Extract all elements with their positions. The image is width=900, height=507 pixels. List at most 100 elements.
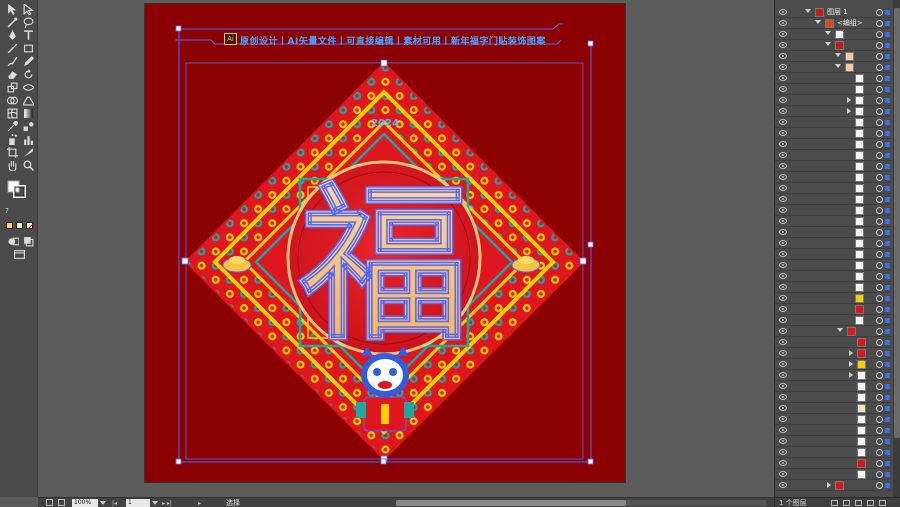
visibility-eye-icon[interactable] bbox=[779, 427, 787, 433]
layer-row[interactable] bbox=[775, 414, 891, 425]
target-circle-icon[interactable] bbox=[876, 394, 883, 401]
target-circle-icon[interactable] bbox=[876, 372, 883, 379]
visibility-eye-icon[interactable] bbox=[779, 152, 787, 158]
target-circle-icon[interactable] bbox=[876, 460, 883, 467]
target-circle-icon[interactable] bbox=[876, 9, 883, 16]
target-circle-icon[interactable] bbox=[876, 218, 883, 225]
rectangle-tool-icon[interactable] bbox=[21, 43, 35, 55]
type-tool-icon[interactable] bbox=[21, 30, 35, 42]
year-text[interactable]: 2024 bbox=[365, 118, 405, 132]
selection-indicator[interactable] bbox=[885, 483, 890, 488]
target-circle-icon[interactable] bbox=[876, 64, 883, 71]
target-circle-icon[interactable] bbox=[876, 273, 883, 280]
selection-indicator[interactable] bbox=[885, 21, 890, 26]
target-circle-icon[interactable] bbox=[876, 240, 883, 247]
target-circle-icon[interactable] bbox=[876, 295, 883, 302]
mesh-icon[interactable] bbox=[5, 108, 19, 120]
perspective-icon[interactable] bbox=[21, 95, 35, 107]
target-circle-icon[interactable] bbox=[876, 207, 883, 214]
selection-indicator[interactable] bbox=[885, 439, 890, 444]
layer-row[interactable] bbox=[775, 282, 891, 293]
target-circle-icon[interactable] bbox=[876, 317, 883, 324]
selection-indicator[interactable] bbox=[885, 296, 890, 301]
target-circle-icon[interactable] bbox=[876, 119, 883, 126]
visibility-eye-icon[interactable] bbox=[779, 383, 787, 389]
target-circle-icon[interactable] bbox=[876, 405, 883, 412]
layer-row[interactable] bbox=[775, 216, 891, 227]
target-circle-icon[interactable] bbox=[876, 20, 883, 27]
visibility-eye-icon[interactable] bbox=[779, 119, 787, 125]
layer-row[interactable] bbox=[775, 161, 891, 172]
selection-indicator[interactable] bbox=[885, 186, 890, 191]
collapsed-triangle-icon[interactable] bbox=[849, 361, 853, 367]
selection-indicator[interactable] bbox=[885, 109, 890, 114]
layer-row[interactable] bbox=[775, 73, 891, 84]
visibility-eye-icon[interactable] bbox=[779, 460, 787, 466]
selection-indicator[interactable] bbox=[885, 65, 890, 70]
make-clipping-mask-icon[interactable] bbox=[843, 500, 850, 506]
pencil-icon[interactable] bbox=[21, 56, 35, 68]
selection-indicator[interactable] bbox=[885, 395, 890, 400]
none-swatch[interactable] bbox=[26, 222, 34, 230]
draw-mode-icon[interactable] bbox=[6, 236, 20, 248]
expand-triangle-icon[interactable] bbox=[825, 31, 831, 35]
layers-scroll-thumb[interactable] bbox=[894, 8, 900, 438]
selection-indicator[interactable] bbox=[885, 263, 890, 268]
visibility-eye-icon[interactable] bbox=[779, 108, 787, 114]
target-circle-icon[interactable] bbox=[876, 427, 883, 434]
layer-row[interactable] bbox=[775, 183, 891, 194]
visibility-eye-icon[interactable] bbox=[779, 306, 787, 312]
selection-indicator[interactable] bbox=[885, 175, 890, 180]
visibility-eye-icon[interactable] bbox=[779, 31, 787, 37]
visibility-eye-icon[interactable] bbox=[779, 9, 787, 15]
stroke-color-swatch[interactable] bbox=[16, 222, 23, 229]
lasso-icon[interactable] bbox=[21, 17, 35, 29]
artboard-nav-icon[interactable] bbox=[46, 499, 53, 506]
visibility-eye-icon[interactable] bbox=[779, 372, 787, 378]
layer-row[interactable] bbox=[775, 172, 891, 183]
target-circle-icon[interactable] bbox=[876, 53, 883, 60]
selection-indicator[interactable] bbox=[885, 406, 890, 411]
layer-row[interactable] bbox=[775, 271, 891, 282]
visibility-eye-icon[interactable] bbox=[779, 64, 787, 70]
layer-row[interactable] bbox=[775, 194, 891, 205]
selection-indicator[interactable] bbox=[885, 241, 890, 246]
selection-indicator[interactable] bbox=[885, 329, 890, 334]
layer-row[interactable] bbox=[775, 106, 891, 117]
collapsed-triangle-icon[interactable] bbox=[827, 482, 831, 488]
visibility-eye-icon[interactable] bbox=[779, 361, 787, 367]
layer-row[interactable] bbox=[775, 40, 891, 51]
target-circle-icon[interactable] bbox=[876, 196, 883, 203]
eyedropper-icon[interactable] bbox=[5, 120, 19, 133]
direct-selection-tool-icon[interactable] bbox=[21, 2, 35, 16]
target-circle-icon[interactable] bbox=[876, 130, 883, 137]
selection-indicator[interactable] bbox=[885, 219, 890, 224]
layer-row[interactable] bbox=[775, 128, 891, 139]
new-layer-icon[interactable] bbox=[867, 500, 874, 506]
layer-row[interactable] bbox=[775, 359, 891, 370]
layer-row[interactable] bbox=[775, 447, 891, 458]
target-circle-icon[interactable] bbox=[876, 350, 883, 357]
visibility-eye-icon[interactable] bbox=[779, 394, 787, 400]
collapsed-triangle-icon[interactable] bbox=[847, 108, 851, 114]
selection-indicator[interactable] bbox=[885, 384, 890, 389]
status-text[interactable]: 选择 bbox=[226, 498, 240, 507]
target-circle-icon[interactable] bbox=[876, 163, 883, 170]
gradient-icon[interactable] bbox=[21, 108, 35, 120]
help-icon[interactable]: ? bbox=[3, 205, 11, 215]
selection-indicator[interactable] bbox=[885, 197, 890, 202]
layer-row[interactable]: <编组> bbox=[775, 18, 891, 29]
next-artboard-icon[interactable]: ▸ ▸| bbox=[162, 500, 172, 507]
selection-indicator[interactable] bbox=[885, 10, 890, 15]
layer-row[interactable] bbox=[775, 84, 891, 95]
selection-indicator[interactable] bbox=[885, 32, 890, 37]
layer-row[interactable] bbox=[775, 436, 891, 447]
visibility-eye-icon[interactable] bbox=[779, 273, 787, 279]
zoom-dropdown-icon[interactable] bbox=[100, 501, 106, 505]
visibility-eye-icon[interactable] bbox=[779, 141, 787, 147]
layer-name[interactable]: 图层 1 bbox=[827, 7, 848, 18]
visibility-eye-icon[interactable] bbox=[779, 75, 787, 81]
artboard-dropdown-icon[interactable] bbox=[152, 501, 158, 505]
visibility-eye-icon[interactable] bbox=[779, 174, 787, 180]
layer-row[interactable] bbox=[775, 95, 891, 106]
